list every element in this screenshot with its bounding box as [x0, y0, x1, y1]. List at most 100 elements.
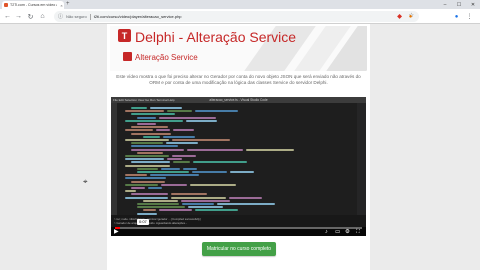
code-line [125, 164, 171, 167]
extension-icon[interactable]: ◆ [395, 12, 404, 21]
new-tab-button[interactable]: + [66, 1, 70, 8]
code-line [165, 142, 199, 145]
code-line [125, 139, 170, 141]
code-line [131, 145, 179, 148]
code-line [143, 135, 160, 138]
back-button[interactable]: ← [3, 12, 12, 21]
tab-close-icon[interactable]: × [59, 3, 64, 8]
code-line [137, 123, 156, 125]
code-line [216, 203, 276, 205]
code-line [162, 135, 196, 138]
code-line [125, 196, 169, 199]
extension-icon-2[interactable]: ● [406, 12, 415, 21]
code-line [229, 196, 263, 199]
code-line [125, 155, 170, 157]
fullscreen-icon[interactable]: ⛶ [356, 229, 360, 236]
code-line [194, 209, 238, 212]
page-content: T Delphi - Alteração Service Alteração S… [0, 24, 480, 270]
ide-minimap [357, 103, 366, 215]
settings-gear-icon[interactable]: ⚙ [345, 229, 350, 236]
address-separator [89, 13, 91, 20]
code-line [171, 196, 227, 199]
code-line [187, 206, 223, 209]
minimize-button[interactable]: – [438, 0, 452, 9]
close-window-button[interactable]: ✕ [466, 0, 480, 9]
enroll-course-button[interactable]: Matricular no curso completo [202, 242, 276, 256]
page-title: Delphi - Alteração Service [135, 29, 297, 45]
code-line [137, 151, 164, 154]
ide-terminal: > tsc; node ./dist/index.js --service=ge… [111, 215, 366, 227]
code-line [131, 126, 169, 129]
video-timestamp: 0:07 [137, 219, 149, 225]
browser-tab-strip: T2Ti.com - Cursos em vídeo aulas × + – ☐… [0, 0, 480, 9]
code-line [160, 183, 188, 186]
code-line [149, 107, 182, 109]
reload-button[interactable]: ↻ [26, 12, 35, 21]
cc-icon[interactable]: ▭ [335, 229, 340, 236]
maximize-button[interactable]: ☐ [452, 0, 466, 9]
mouse-cursor-icon: ⌖ [83, 177, 88, 186]
ide-title: alteracao_service.ts - Visual Studio Cod… [209, 98, 268, 102]
code-line [131, 113, 175, 116]
video-player[interactable]: File Edit Selection View Go Run Terminal… [111, 97, 366, 236]
code-line [173, 161, 190, 164]
site-logo-icon[interactable]: T [118, 29, 131, 42]
code-line [172, 129, 195, 132]
code-line [246, 148, 294, 151]
code-line [131, 180, 165, 183]
address-bar[interactable]: ⓘ Não seguro t2ti.com/curso/video/player… [54, 11, 419, 22]
code-line [185, 119, 217, 122]
code-line [167, 110, 192, 113]
terminal-line: > Gerador de arquivos concluído. Aguarda… [114, 221, 188, 225]
code-line [131, 132, 172, 135]
code-line [149, 174, 200, 177]
code-line [137, 206, 185, 209]
profile-avatar-icon[interactable]: ● [452, 12, 461, 21]
code-line [158, 209, 192, 212]
code-line [131, 187, 145, 189]
code-line [125, 190, 137, 193]
info-icon[interactable]: ⓘ [58, 13, 63, 20]
video-description: Este vídeo mostra o que foi preciso alte… [116, 74, 361, 85]
ide-editor [117, 103, 357, 215]
code-line [137, 203, 179, 205]
code-line [192, 171, 227, 173]
code-line [167, 158, 182, 161]
play-icon[interactable]: ▶ [114, 229, 119, 236]
code-line [125, 129, 153, 132]
code-line [131, 148, 184, 151]
code-line [172, 155, 196, 157]
code-line [125, 174, 147, 177]
code-line [125, 119, 183, 122]
code-line [143, 209, 156, 212]
volume-icon[interactable]: ♪ [325, 229, 328, 236]
content-card: T Delphi - Alteração Service Alteração S… [107, 24, 370, 270]
code-line [194, 110, 238, 113]
page-subtitle: Alteração Service [135, 53, 198, 62]
code-line [182, 167, 197, 170]
code-line [155, 129, 170, 132]
site-favicon-icon [4, 3, 8, 7]
code-line [180, 199, 231, 202]
code-line [147, 187, 162, 189]
browser-toolbar: ← → ↻ ⌂ ⓘ Não seguro t2ti.com/curso/vide… [0, 9, 480, 24]
code-line [137, 167, 159, 170]
code-line [190, 183, 237, 186]
code-line [125, 177, 167, 180]
code-line [131, 142, 163, 145]
forward-button[interactable]: → [14, 12, 23, 21]
code-line [131, 161, 171, 164]
code-line [131, 107, 147, 109]
code-line [229, 171, 254, 173]
code-line [125, 183, 158, 186]
url-text[interactable]: t2ti.com/curso/video/player/alteracao_se… [94, 14, 182, 19]
code-line [170, 193, 208, 196]
code-line [181, 203, 214, 205]
code-line [186, 148, 244, 151]
code-line [131, 193, 168, 196]
browser-tab[interactable]: T2Ti.com - Cursos em vídeo aulas × [2, 1, 64, 9]
header-banner: T Delphi - Alteração Service Alteração S… [110, 26, 367, 71]
code-line [137, 171, 190, 173]
browser-menu-icon[interactable]: ⋮ [465, 12, 474, 21]
home-button[interactable]: ⌂ [38, 12, 47, 21]
